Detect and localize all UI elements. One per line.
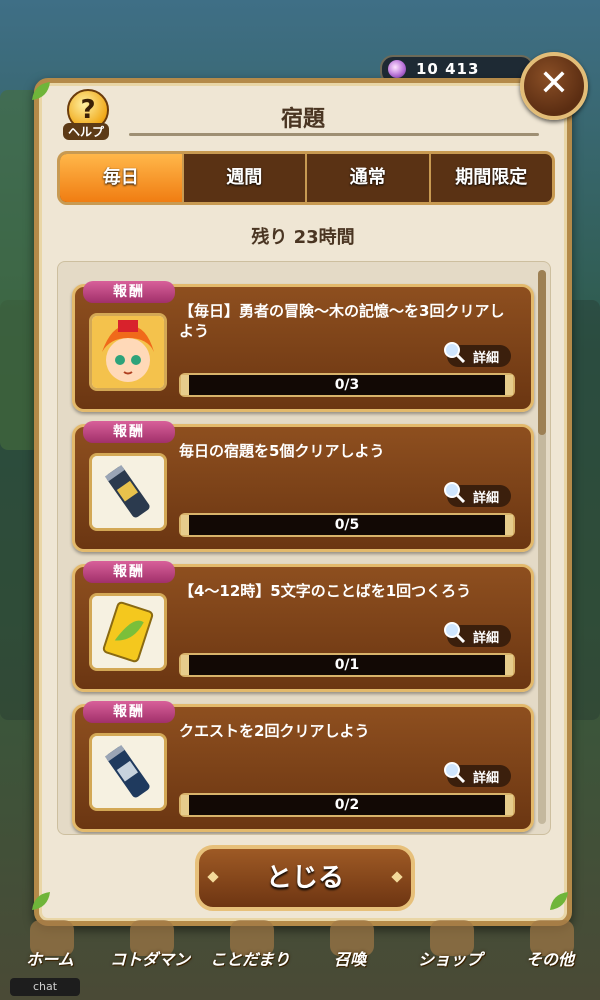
mission-list[interactable]: 報酬 【毎日】勇者の冒険～木の記憶～を3回クリアしよう 詳細 0/3 報酬 毎日… bbox=[57, 261, 551, 835]
leaf-ornament-icon bbox=[550, 892, 568, 910]
mission-panel: ? ヘルプ 宿題 毎日 週間 通常 期間限定 残り 23時間 報酬 【毎日】勇者… bbox=[34, 78, 572, 926]
mission-text: 毎日の宿題を5個クリアしよう bbox=[179, 442, 385, 460]
mission-text: クエストを2回クリアしよう bbox=[179, 722, 370, 740]
tab-daily[interactable]: 毎日 bbox=[60, 154, 184, 202]
tab-weekly[interactable]: 週間 bbox=[184, 154, 307, 202]
leaf-ornament-icon bbox=[32, 82, 50, 100]
nav-label: 召喚 bbox=[333, 950, 366, 969]
gold-canister-icon bbox=[89, 453, 167, 531]
leaf-ornament-icon bbox=[32, 892, 50, 910]
silver-canister-icon bbox=[89, 733, 167, 811]
page-title: 宿題 bbox=[280, 107, 325, 132]
progress-text: 0/2 bbox=[334, 797, 360, 813]
reward-tag: 報酬 bbox=[83, 421, 175, 443]
detail-label: 詳細 bbox=[473, 351, 500, 366]
tab-normal[interactable]: 通常 bbox=[307, 154, 431, 202]
leaf-card-icon bbox=[89, 593, 167, 671]
mission-card[interactable]: 報酬 毎日の宿題を5個クリアしよう 詳細 0/5 bbox=[72, 421, 534, 552]
close-icon[interactable]: ✕ bbox=[520, 52, 588, 120]
gem-count: 10 413 bbox=[416, 60, 480, 78]
progress-bar: 0/2 bbox=[179, 793, 515, 817]
gem-icon bbox=[388, 60, 406, 78]
nav-label: ホーム bbox=[26, 950, 74, 969]
magnifier-icon bbox=[444, 762, 465, 783]
diamond-ornament-icon bbox=[391, 871, 403, 883]
progress-bar: 0/5 bbox=[179, 513, 515, 537]
magnifier-icon bbox=[444, 622, 465, 643]
mission-text: 【毎日】勇者の冒険～木の記憶～を3回クリアしよう bbox=[179, 302, 505, 340]
magnifier-icon bbox=[444, 482, 465, 503]
progress-text: 0/3 bbox=[334, 377, 360, 393]
detail-label: 詳細 bbox=[473, 631, 500, 646]
scrollbar[interactable] bbox=[538, 270, 546, 824]
progress-text: 0/1 bbox=[334, 657, 360, 673]
scrollbar-thumb[interactable] bbox=[538, 270, 546, 435]
diamond-ornament-icon bbox=[207, 871, 219, 883]
progress-text: 0/5 bbox=[334, 517, 360, 533]
nav-kotodamari[interactable]: ことだまり bbox=[200, 920, 300, 1000]
detail-button[interactable]: 詳細 bbox=[444, 342, 511, 367]
detail-button[interactable]: 詳細 bbox=[444, 762, 511, 787]
mission-text: 【4～12時】5文字のことばを1回つくろう bbox=[179, 582, 472, 600]
reward-tag: 報酬 bbox=[83, 701, 175, 723]
nav-shop[interactable]: ショップ bbox=[400, 920, 500, 1000]
nav-summon[interactable]: 召喚 bbox=[300, 920, 400, 1000]
bottom-nav: ホーム コトダマン ことだまり 召喚 ショップ その他 bbox=[0, 920, 600, 1000]
time-remaining: 残り 23時間 bbox=[251, 227, 355, 248]
mission-card[interactable]: 報酬 クエストを2回クリアしよう 詳細 0/2 bbox=[72, 701, 534, 832]
close-panel-label: とじる bbox=[265, 863, 344, 893]
nav-label: ことだまり bbox=[210, 950, 290, 969]
detail-label: 詳細 bbox=[473, 771, 500, 786]
magnifier-icon bbox=[444, 342, 465, 363]
mission-card[interactable]: 報酬 【4～12時】5文字のことばを1回つくろう 詳細 0/1 bbox=[72, 561, 534, 692]
detail-label: 詳細 bbox=[473, 491, 500, 506]
nav-label: その他 bbox=[525, 950, 574, 969]
detail-button[interactable]: 詳細 bbox=[444, 622, 511, 647]
tab-bar: 毎日 週間 通常 期間限定 bbox=[57, 151, 555, 205]
progress-bar: 0/1 bbox=[179, 653, 515, 677]
mission-card[interactable]: 報酬 【毎日】勇者の冒険～木の記憶～を3回クリアしよう 詳細 0/3 bbox=[72, 281, 534, 412]
tab-limited[interactable]: 期間限定 bbox=[431, 154, 553, 202]
nav-label: コトダマン bbox=[109, 950, 190, 969]
reward-tag: 報酬 bbox=[83, 561, 175, 583]
detail-button[interactable]: 詳細 bbox=[444, 482, 511, 507]
nav-kotodaman[interactable]: コトダマン bbox=[100, 920, 200, 1000]
chat-tab[interactable]: chat bbox=[10, 978, 80, 996]
character-portrait-icon bbox=[89, 313, 167, 391]
reward-tag: 報酬 bbox=[83, 281, 175, 303]
nav-other[interactable]: その他 bbox=[500, 920, 600, 1000]
nav-label: ショップ bbox=[417, 950, 482, 969]
title-divider bbox=[129, 133, 539, 136]
progress-bar: 0/3 bbox=[179, 373, 515, 397]
close-panel-button[interactable]: とじる bbox=[195, 845, 415, 911]
